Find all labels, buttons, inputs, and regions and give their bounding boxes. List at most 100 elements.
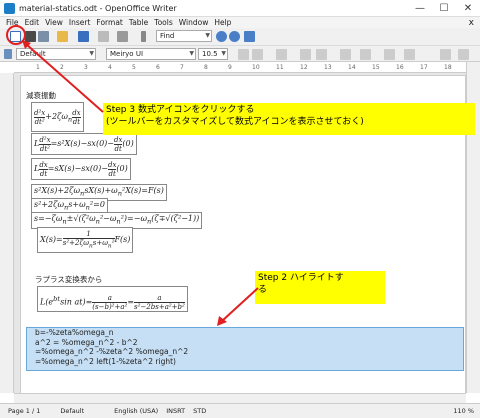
status-selection-mode[interactable]: STD [193,407,206,415]
menu-window[interactable]: Window [179,18,209,27]
paragraph-style-value: Default [20,50,46,58]
formula-object[interactable]: Ld²x dt² =s²X(s)−sx(0)− dx dt (0) [31,133,137,155]
status-page: Page 1 / 1 [8,407,41,415]
find-input[interactable]: Find ▼ [156,30,212,42]
selected-line[interactable]: =%omega_n^2 -%zeta^2 %omega_n^2 [35,347,463,357]
align-center-icon[interactable] [316,49,327,60]
formula-object[interactable]: X(s)= 1 s²+2ζωns+ωn² F(s) [37,227,134,253]
font-color-icon[interactable] [440,49,451,60]
step2-line1: Step 2 ハイライトす [258,273,344,283]
bold-icon[interactable] [238,49,249,60]
open-folder-icon[interactable] [57,31,68,42]
ruler-mark: 1 [36,64,40,71]
highlight-color-icon[interactable] [458,49,469,60]
heading-damped-oscillation: 減衰振動 [26,91,56,100]
selected-text-block[interactable]: b=-%zeta%omega_n a^2 = %omega_n^2 - b^2 … [26,327,464,371]
find-down-icon[interactable] [216,31,227,42]
formula-object[interactable]: Ldx dt =sX(s)−sx(0)− dx dt (0) [31,158,131,180]
vertical-ruler[interactable] [0,73,14,393]
chevron-down-icon: ▼ [205,32,210,39]
menu-bar: File Edit View Insert Format Table Tools… [0,17,480,28]
justify-icon[interactable] [360,49,371,60]
menu-help[interactable]: Help [214,18,231,27]
ruler-mark: 12 [300,64,308,71]
menu-file[interactable]: File [6,18,19,27]
menu-insert[interactable]: Insert [69,18,91,27]
status-style[interactable]: Default [60,407,84,415]
app-icon [4,2,15,14]
window-title: material-statics.odt - OpenOffice Writer [19,3,177,13]
ruler-mark: 18 [444,64,452,71]
ruler-mark: 11 [276,64,284,71]
toolbar-handle-icon[interactable] [141,31,146,42]
font-name-select[interactable]: Meiryo UI ▼ [106,48,196,60]
menu-tools[interactable]: Tools [154,18,172,27]
find-up-icon[interactable] [229,31,240,42]
font-size-value: 10.5 [202,50,218,58]
ruler-mark: 16 [396,64,404,71]
step3-line2: (ツールバーをカスタマイズして数式アイコンを表示させておく) [106,117,364,127]
bullets-icon[interactable] [404,49,415,60]
ruler-mark: 6 [156,64,160,71]
font-name-value: Meiryo UI [110,50,144,58]
step3-line1: Step 3 数式アイコンをクリックする [106,105,255,115]
tools-icon[interactable] [25,31,36,42]
step2-callout: Step 2 ハイライトす る [255,271,385,304]
step2-line2: る [258,285,268,295]
chevron-down-icon: ▼ [221,50,226,57]
align-left-icon[interactable] [300,49,311,60]
chevron-down-icon: ▼ [89,50,94,57]
step3-callout: Step 3 数式アイコンをクリックする (ツールバーをカスタマイズして数式アイ… [103,103,475,135]
status-mode[interactable]: INSRT [166,407,185,415]
heading-laplace-table: ラプラス変換表から [35,275,103,284]
find-replace-icon[interactable] [244,31,255,42]
formula-icon[interactable] [10,31,21,42]
save-icon[interactable] [78,31,89,42]
numbering-icon[interactable] [384,49,395,60]
ruler-mark: 4 [108,64,112,71]
formula-object[interactable]: d²x dt² +2ζωn dx dt [31,102,84,132]
ruler-mark: 14 [348,64,356,71]
table-icon[interactable] [117,31,128,42]
close-document-button[interactable]: x [469,18,474,28]
horizontal-ruler[interactable]: 1 2 3 4 5 6 7 8 9 10 11 12 13 14 15 16 17 18 [14,62,480,73]
status-zoom[interactable]: 110 % [453,407,474,415]
ruler-mark: 8 [204,64,208,71]
maximize-button[interactable]: ☐ [432,3,456,14]
ruler-mark: 15 [372,64,380,71]
underline-icon[interactable] [276,49,287,60]
ruler-mark: 10 [252,64,260,71]
menu-edit[interactable]: Edit [25,18,40,27]
italic-icon[interactable] [252,49,263,60]
standard-toolbar: Find ▼ [0,28,480,46]
status-bar: Page 1 / 1 Default English (USA) INSRT S… [0,403,480,418]
paragraph-style-select[interactable]: Default ▼ [16,48,96,60]
ruler-mark: 3 [84,64,88,71]
title-bar: material-statics.odt - OpenOffice Writer… [0,0,480,17]
pdf-icon[interactable] [98,31,109,42]
minimize-button[interactable]: — [408,3,432,14]
close-button[interactable]: ✕ [456,3,480,14]
ruler-mark: 13 [324,64,332,71]
selected-line[interactable]: =%omega_n^2 left(1-%zeta^2 right) [35,357,463,367]
document-icon[interactable] [38,31,49,42]
menu-view[interactable]: View [45,18,63,27]
ruler-mark: 17 [420,64,428,71]
selected-line[interactable]: b=-%zeta%omega_n [35,328,463,338]
menu-format[interactable]: Format [96,18,122,27]
ruler-mark: 9 [228,64,232,71]
ruler-mark: 2 [60,64,64,71]
styles-icon[interactable] [4,49,12,59]
font-size-select[interactable]: 10.5 ▼ [198,48,228,60]
ruler-mark: 5 [132,64,136,71]
status-language[interactable]: English (USA) [114,407,158,415]
ruler-mark: 7 [180,64,184,71]
selected-line[interactable]: a^2 = %omega_n^2 - b^2 [35,338,463,348]
formula-object[interactable]: L(ebtsin at)= a (s−b)²+a² = a s²−2bs+a²+b² [37,286,188,312]
horizontal-scrollbar[interactable] [14,393,466,403]
align-right-icon[interactable] [340,49,351,60]
chevron-down-icon: ▼ [189,50,194,57]
find-placeholder: Find [160,32,175,40]
menu-table[interactable]: Table [129,18,148,27]
formatting-toolbar: Default ▼ Meiryo UI ▼ 10.5 ▼ [0,46,480,62]
